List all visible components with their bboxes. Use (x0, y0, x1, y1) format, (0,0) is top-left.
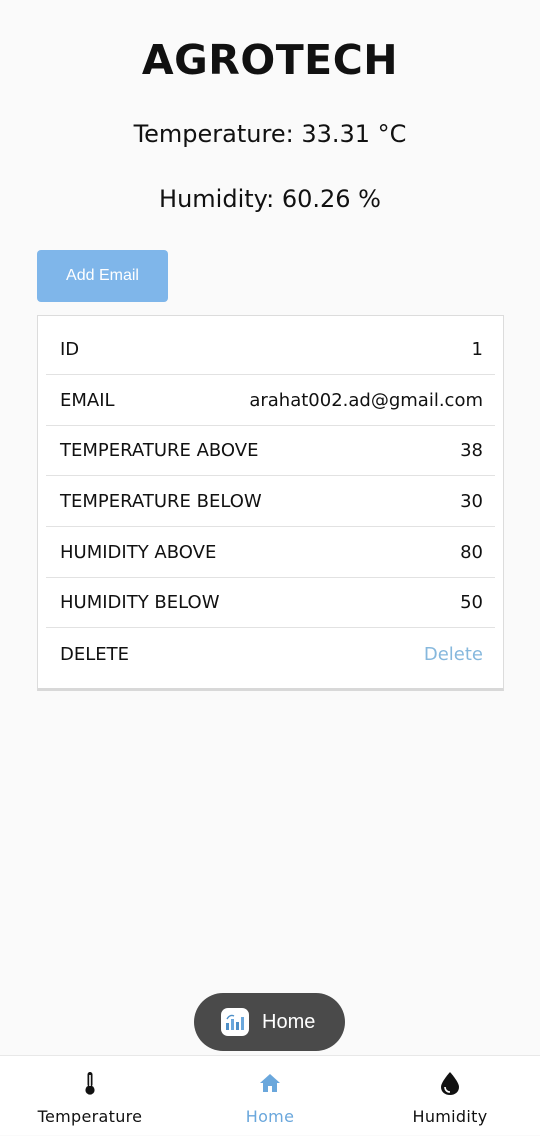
nav-label: Temperature (37, 1107, 143, 1126)
row-delete: DELETE Delete (46, 629, 495, 679)
temperature-reading: Temperature: 33.31 °C (133, 120, 407, 148)
row-temperature-above: TEMPERATURE ABOVE 38 (46, 426, 495, 476)
nav-label: Home (245, 1107, 295, 1126)
humidity-reading: Humidity: 60.26 % (159, 185, 381, 213)
water-drop-icon (438, 1070, 462, 1096)
nav-item-temperature[interactable]: Temperature (0, 1056, 180, 1136)
toast-label: Home (262, 1010, 316, 1033)
delete-link[interactable]: Delete (424, 644, 483, 665)
toast-notification: Home (194, 993, 345, 1051)
bottom-navigation: Temperature Home Humidity (0, 1055, 540, 1135)
row-label: TEMPERATURE BELOW (60, 491, 262, 512)
row-label: HUMIDITY ABOVE (60, 542, 217, 563)
nav-item-humidity[interactable]: Humidity (360, 1056, 540, 1136)
nav-label: Humidity (412, 1107, 488, 1126)
home-icon (258, 1070, 282, 1096)
row-email: EMAIL arahat002.ad@gmail.com (46, 376, 495, 426)
row-label: HUMIDITY BELOW (60, 592, 220, 613)
row-humidity-above: HUMIDITY ABOVE 80 (46, 528, 495, 578)
row-label: DELETE (60, 643, 130, 665)
email-record-card: ID 1 EMAIL arahat002.ad@gmail.com TEMPER… (37, 315, 504, 691)
app-title: AGROTECH (141, 36, 399, 84)
row-humidity-below: HUMIDITY BELOW 50 (46, 578, 495, 628)
app-icon (221, 1008, 249, 1036)
row-value: 80 (460, 542, 483, 563)
row-label: EMAIL (60, 390, 115, 411)
row-temperature-below: TEMPERATURE BELOW 30 (46, 477, 495, 527)
row-value: 38 (460, 440, 483, 461)
nav-item-home[interactable]: Home (180, 1056, 360, 1136)
add-email-button[interactable]: Add Email (37, 250, 168, 302)
row-value: 50 (460, 592, 483, 613)
row-label: TEMPERATURE ABOVE (60, 440, 259, 461)
row-value: 1 (471, 339, 483, 360)
row-value: arahat002.ad@gmail.com (249, 390, 483, 411)
thermometer-icon (78, 1070, 102, 1096)
row-value: 30 (460, 491, 483, 512)
row-id: ID 1 (46, 325, 495, 375)
row-label: ID (60, 339, 80, 360)
